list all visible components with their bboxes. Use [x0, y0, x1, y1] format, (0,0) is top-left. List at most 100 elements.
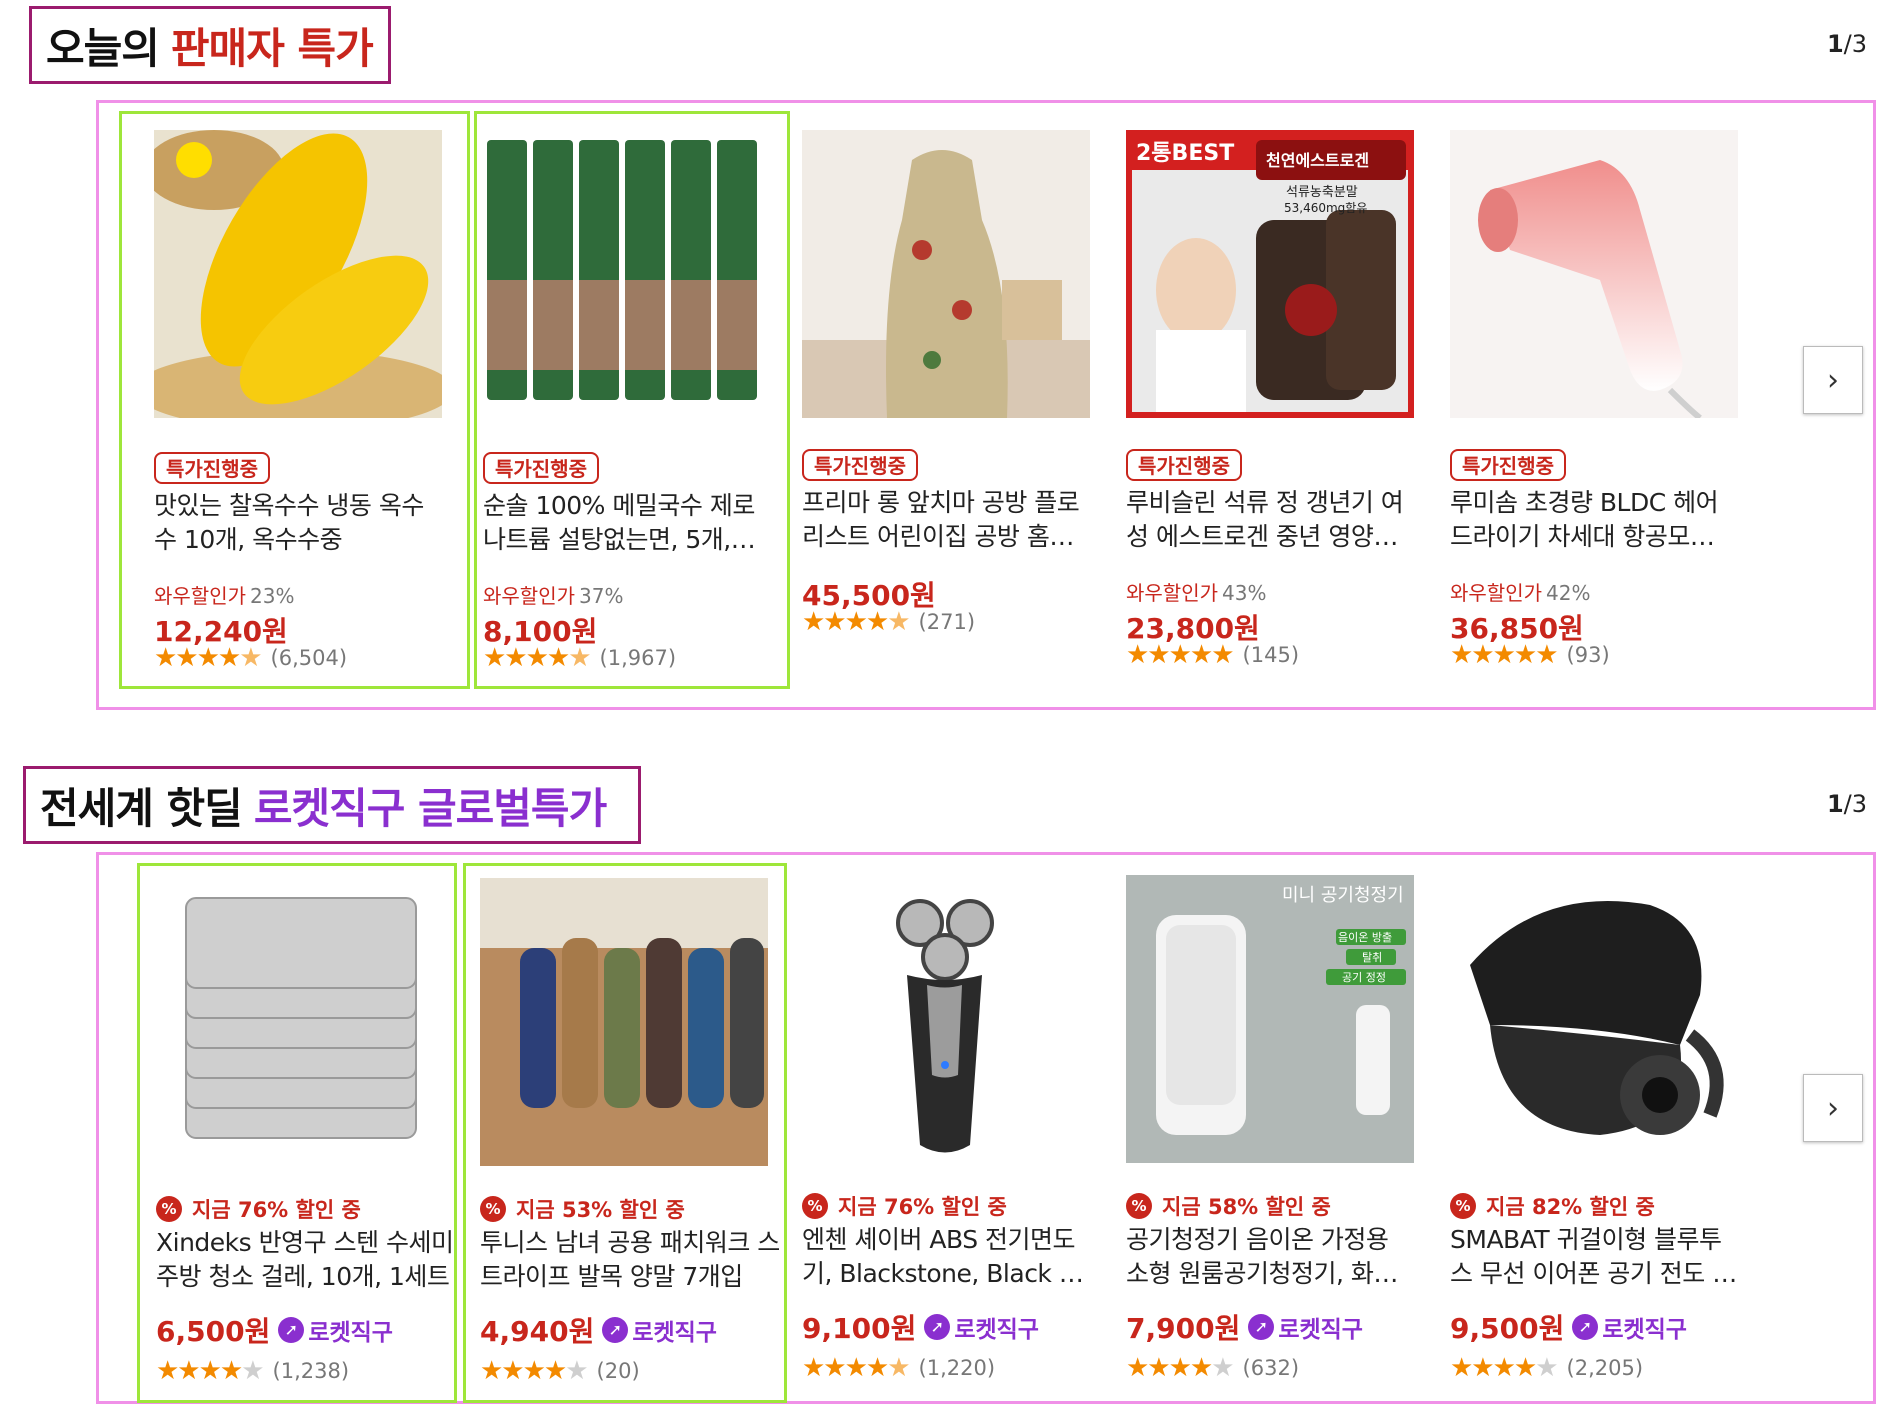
discount-rate: 37%	[579, 584, 624, 608]
product-card[interactable]: 특가진행중 순솔 100% 메밀국수 제로 나트륨 설탕없는면, 5개,… 와우…	[474, 111, 790, 689]
deal-info: % 지금 53% 할인 중	[480, 1194, 685, 1224]
rating: ★★★★★ (1,238)	[156, 1358, 349, 1384]
rating: ★★★★★ (632)	[1126, 1355, 1299, 1381]
product-title[interactable]: 투니스 남녀 공용 패치워크 스트라이프 발목 양말 7개입	[480, 1226, 780, 1294]
star-icon: ★★★★★	[154, 643, 263, 673]
scrubber-cloth-image[interactable]	[156, 878, 444, 1166]
product-card[interactable]: 특가진행중 루미솜 초경량 BLDC 헤어 드라이기 차세대 항공모… 와우할인…	[1450, 111, 1750, 689]
deal-info: % 지금 82% 할인 중	[1450, 1191, 1655, 1221]
pager-total: /3	[1843, 790, 1867, 818]
shaver-image[interactable]	[802, 875, 1090, 1163]
rocket-label: 로켓직구	[1278, 1317, 1363, 1343]
seller-deals-section: 오늘의 판매자 특가 1/3 특가진행중 맛있는 찰옥수수 냉동 옥수수 10개…	[0, 0, 1883, 735]
rating: ★★★★★ (20)	[480, 1358, 640, 1384]
image-tag-2: 탈취	[1362, 951, 1382, 964]
price-value: 6,500원	[156, 1315, 271, 1348]
price-value: 9,100원	[802, 1312, 917, 1345]
discount-rate: 42%	[1546, 581, 1591, 605]
star-icon: ★★★★★	[156, 1356, 265, 1386]
star-icon: ★★★★★	[1450, 1353, 1559, 1383]
product-card[interactable]: % 지금 82% 할인 중 SMABAT 귀걸이형 블루투스 무선 이어폰 공기…	[1450, 863, 1750, 1403]
review-count: (93)	[1566, 643, 1610, 667]
product-title[interactable]: 순솔 100% 메밀국수 제로 나트륨 설탕없는면, 5개,…	[483, 489, 773, 557]
price-value: 7,900원	[1126, 1312, 1241, 1345]
rocket-badge: ➚ 로켓직구	[602, 1313, 717, 1347]
product-title[interactable]: 공기청정기 음이온 가정용 소형 원룸공기청정기, 화이트	[1126, 1223, 1416, 1291]
buckwheat-noodle-image[interactable]	[483, 130, 771, 418]
heading-plain: 전세계 핫딜	[40, 783, 243, 833]
product-title[interactable]: SMABAT 귀걸이형 블루투스 무선 이어폰 공기 전도 블루투스…	[1450, 1223, 1740, 1291]
rocket-icon: ➚	[1248, 1314, 1275, 1340]
product-card[interactable]: % 지금 76% 할인 중 Xindeks 반영구 스텐 수세미 주방 청소 걸…	[137, 863, 457, 1403]
chevron-right-icon[interactable]: ›	[1803, 1074, 1863, 1142]
price-value: 9,500원	[1450, 1312, 1565, 1345]
percent-icon: %	[1450, 1193, 1476, 1219]
rating: ★★★★★ (2,205)	[1450, 1355, 1643, 1381]
image-headline: 천연에스트로겐	[1266, 151, 1369, 170]
pager-current: 1	[1826, 790, 1844, 818]
deal-text: 지금 58% 할인 중	[1162, 1195, 1331, 1219]
product-card[interactable]: 2통BEST 천연에스트로겐 석류농축분말 53,460mg함유 특가진행중 루…	[1126, 111, 1426, 689]
product-price: 7,900원 ➚ 로켓직구	[1126, 1307, 1363, 1347]
discount-info: 와우할인가 37%	[483, 580, 623, 609]
rocket-badge: ➚ 로켓직구	[924, 1310, 1039, 1344]
product-card[interactable]: 특가진행중 프리마 롱 앞치마 공방 플로리스트 어린이집 공방 홈… 45,5…	[802, 111, 1102, 689]
product-title[interactable]: 루비슬린 석류 정 갱년기 여성 에스트로겐 중년 영양…	[1126, 486, 1416, 554]
product-price: 9,100원 ➚ 로켓직구	[802, 1307, 1039, 1347]
deal-badge: 특가진행중	[154, 452, 270, 484]
deal-text: 지금 82% 할인 중	[1486, 1195, 1655, 1219]
corn-image[interactable]	[154, 130, 442, 418]
pager: 1/3	[1827, 790, 1867, 818]
apron-image[interactable]	[802, 130, 1090, 418]
section-heading: 전세계 핫딜 로켓직구 글로벌특가	[23, 766, 641, 844]
air-purifier-image[interactable]: 미니 공기청정기 음이온 방출 탈취 공기 정정	[1126, 875, 1414, 1163]
product-title[interactable]: 프리마 롱 앞치마 공방 플로리스트 어린이집 공방 홈…	[802, 486, 1092, 554]
image-headline: 미니 공기청정기	[1282, 885, 1404, 906]
discount-info: 와우할인가 43%	[1126, 577, 1266, 606]
image-tag: 2통BEST	[1136, 141, 1234, 166]
earbuds-image[interactable]	[1450, 875, 1738, 1163]
product-card[interactable]: 특가진행중 맛있는 찰옥수수 냉동 옥수수 10개, 옥수수중 와우할인가 23%…	[119, 111, 470, 689]
product-title[interactable]: Xindeks 반영구 스텐 수세미 주방 청소 걸레, 10개, 1세트	[156, 1226, 456, 1294]
review-count: (6,504)	[270, 646, 348, 670]
product-card[interactable]: % 지금 76% 할인 중 엔첸 셰이버 ABS 전기면도기, Blacksto…	[802, 863, 1102, 1403]
heading-accent: 판매자 특가	[170, 23, 374, 73]
product-card[interactable]: % 지금 53% 할인 중 투니스 남녀 공용 패치워크 스트라이프 발목 양말…	[463, 863, 787, 1403]
supplement-image[interactable]: 2통BEST 천연에스트로겐 석류농축분말 53,460mg함유	[1126, 130, 1414, 418]
rocket-label: 로켓직구	[632, 1320, 717, 1346]
rating: ★★★★★ (145)	[1126, 642, 1299, 668]
star-icon: ★★★★★	[1126, 640, 1235, 670]
star-icon: ★★★★★	[802, 1353, 911, 1383]
product-title[interactable]: 엔첸 셰이버 ABS 전기면도기, Blackstone, Black + Si…	[802, 1223, 1092, 1291]
heading-plain: 오늘의	[46, 23, 160, 73]
chevron-right-icon[interactable]: ›	[1803, 346, 1863, 414]
rocket-icon: ➚	[924, 1314, 951, 1340]
discount-info: 와우할인가 23%	[154, 580, 294, 609]
percent-icon: %	[1126, 1193, 1152, 1219]
deal-badge: 특가진행중	[1450, 449, 1566, 481]
socks-image[interactable]	[480, 878, 768, 1166]
deal-info: % 지금 76% 할인 중	[156, 1194, 361, 1224]
product-card[interactable]: 미니 공기청정기 음이온 방출 탈취 공기 정정 % 지금 58% 할인 중 공…	[1126, 863, 1426, 1403]
discount-label: 와우할인가	[483, 584, 575, 608]
image-sub: 석류농축분말	[1286, 185, 1358, 200]
global-deals-section: 전세계 핫딜 로켓직구 글로벌특가 1/3 % 지금 76% 할인 중 Xind…	[0, 760, 1883, 1409]
pager-total: /3	[1843, 30, 1867, 58]
review-count: (2,205)	[1566, 1356, 1644, 1380]
discount-rate: 43%	[1222, 581, 1267, 605]
product-price: 4,940원 ➚ 로켓직구	[480, 1310, 717, 1350]
star-icon: ★★★★★	[1450, 640, 1559, 670]
product-title[interactable]: 루미솜 초경량 BLDC 헤어 드라이기 차세대 항공모…	[1450, 486, 1740, 554]
discount-info: 와우할인가 42%	[1450, 577, 1590, 606]
rocket-badge: ➚ 로켓직구	[1572, 1310, 1687, 1344]
pager-current: 1	[1826, 30, 1844, 58]
percent-icon: %	[156, 1196, 182, 1222]
product-price: 6,500원 ➚ 로켓직구	[156, 1310, 393, 1350]
hair-dryer-image[interactable]	[1450, 130, 1738, 418]
percent-icon: %	[480, 1196, 506, 1222]
deal-text: 지금 76% 할인 중	[838, 1195, 1007, 1219]
rocket-icon: ➚	[602, 1317, 629, 1343]
star-icon: ★★★★★	[480, 1356, 589, 1386]
deal-text: 지금 53% 할인 중	[516, 1198, 685, 1222]
product-title[interactable]: 맛있는 찰옥수수 냉동 옥수수 10개, 옥수수중	[154, 489, 444, 557]
